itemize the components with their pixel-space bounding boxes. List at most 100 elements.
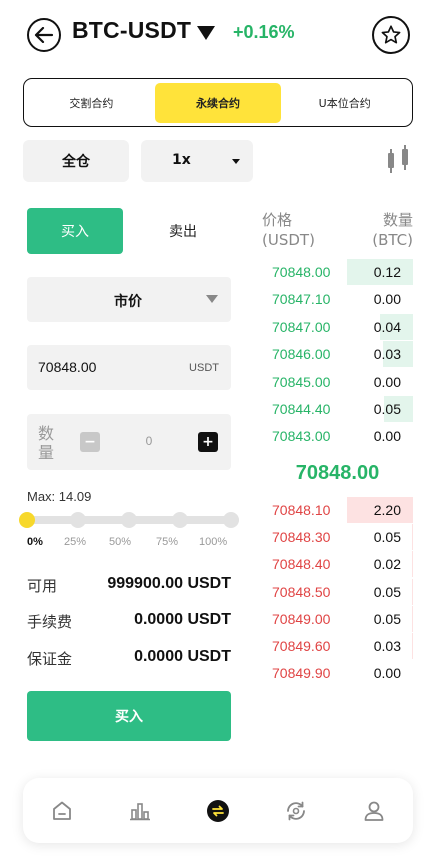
bid-qty: 0.00 [373, 428, 401, 445]
ask-row[interactable]: 70849.60 0.03 [262, 633, 413, 659]
nav-home[interactable] [42, 791, 82, 831]
slider-stop-100[interactable] [223, 512, 239, 528]
slider-stop-0[interactable] [19, 512, 35, 528]
bid-row[interactable]: 70843.00 0.00 [262, 423, 413, 449]
bid-qty: 0.12 [373, 264, 401, 280]
back-button[interactable] [27, 18, 61, 52]
qty-header-label: 数量 [382, 211, 413, 229]
bid-qty: 0.00 [373, 291, 401, 308]
ask-row[interactable]: 70849.00 0.05 [262, 605, 413, 632]
bid-qty: 0.03 [373, 346, 401, 363]
tab-delivery-contract[interactable]: 交割合约 [28, 83, 155, 123]
ask-price: 70849.90 [272, 665, 331, 682]
price-field[interactable]: 70848.00 USDT [27, 345, 231, 390]
pair-dropdown-caret-icon[interactable] [197, 26, 215, 40]
price-unit: USDT [189, 362, 219, 374]
pair-title[interactable]: BTC-USDT [72, 17, 191, 44]
nav-profile[interactable] [354, 791, 394, 831]
slider-label-0: 0% [27, 536, 43, 548]
kline-chart-button[interactable] [384, 144, 414, 176]
bid-price: 70847.10 [272, 291, 331, 308]
tab-perpetual-contract[interactable]: 永续合约 [154, 82, 282, 123]
nav-contract[interactable] [276, 791, 316, 831]
star-icon [381, 25, 401, 44]
ask-qty: 0.02 [373, 556, 401, 573]
ask-price: 70849.60 [272, 638, 331, 654]
margin-mode-button[interactable]: 全仓 [23, 140, 129, 182]
bid-row[interactable]: 70846.00 0.03 [262, 341, 413, 368]
max-quantity-text: Max: 14.09 [27, 489, 92, 504]
orderbook-qty-header: 数量 (BTC) [372, 210, 413, 250]
candlestick-chart-icon [388, 145, 408, 173]
ask-depth-bar [411, 524, 413, 551]
orderbook-price-header: 价格 (USDT) [262, 210, 315, 250]
bid-price: 70843.00 [272, 428, 331, 445]
nav-trade[interactable] [198, 791, 238, 831]
bid-price: 70848.00 [272, 264, 331, 280]
ask-row[interactable]: 70848.10 2.20 [262, 497, 413, 523]
last-price: 70848.00 [295, 462, 380, 484]
ask-depth-bar [411, 605, 413, 632]
ask-row[interactable]: 70848.50 0.05 [262, 578, 413, 605]
contract-type-tabs: 交割合约 永续合约 U本位合约 [23, 78, 413, 127]
ask-price: 70848.10 [272, 502, 331, 518]
bid-row[interactable]: 70848.00 0.12 [262, 259, 413, 285]
fee-row: 手续费 0.0000 USDT [27, 609, 231, 631]
ask-qty: 2.20 [373, 502, 401, 518]
chevron-down-icon [206, 295, 218, 303]
slider-stop-25[interactable] [70, 512, 86, 528]
quantity-label: 数量 [38, 424, 55, 462]
bid-row[interactable]: 70847.10 0.00 [262, 286, 413, 312]
buy-tab[interactable]: 买入 [27, 208, 123, 254]
order-type-value: 市价 [114, 294, 142, 310]
leverage-select[interactable]: 1x [141, 140, 253, 182]
contract-refresh-icon [287, 801, 305, 820]
slider-stop-50[interactable] [121, 512, 137, 528]
available-label: 可用 [27, 577, 58, 595]
quantity-stepper: 数量 − 0 + [27, 414, 231, 470]
fee-value: 0.0000 USDT [134, 611, 231, 628]
ask-price: 70848.40 [272, 556, 331, 573]
chevron-down-icon [232, 159, 240, 164]
quantity-percent-slider[interactable] [19, 510, 239, 530]
ask-row[interactable]: 70848.30 0.05 [262, 524, 413, 551]
ask-price: 70848.30 [272, 529, 331, 546]
slider-label-75: 75% [156, 536, 179, 548]
arrow-left-icon [34, 27, 54, 43]
ask-row[interactable]: 70848.40 0.02 [262, 551, 413, 578]
price-header-unit: (USDT) [262, 231, 315, 249]
slider-stop-75[interactable] [172, 512, 188, 528]
favorite-button[interactable] [372, 16, 410, 54]
margin-row: 保证金 0.0000 USDT [27, 646, 231, 668]
bid-row[interactable]: 70844.40 0.05 [262, 396, 413, 422]
tab-usdt-margined-contract[interactable]: U本位合约 [281, 83, 408, 123]
nav-market[interactable] [120, 791, 160, 831]
order-type-select[interactable]: 市价 [27, 277, 231, 322]
bid-row[interactable]: 70845.00 0.00 [262, 369, 413, 395]
price-change-percent: +0.16% [233, 22, 295, 42]
slider-label-25: 25% [64, 536, 87, 548]
ask-qty: 0.03 [373, 638, 401, 654]
bid-price: 70845.00 [272, 373, 331, 390]
bid-price: 70846.00 [272, 346, 331, 363]
market-chart-icon [130, 802, 150, 820]
sell-tab[interactable]: 卖出 [135, 208, 231, 254]
ask-row[interactable]: 70849.90 0.00 [262, 660, 413, 686]
minus-icon[interactable]: − [80, 432, 100, 452]
bottom-navigation [23, 778, 413, 843]
buy-submit-button[interactable]: 买入 [27, 691, 231, 741]
qty-header-unit: (BTC) [372, 231, 413, 249]
ask-depth-bar [411, 578, 413, 605]
bid-row[interactable]: 70847.00 0.04 [262, 313, 413, 340]
leverage-value: 1x [172, 152, 191, 168]
slider-label-50: 50% [109, 536, 132, 548]
ask-qty: 0.00 [373, 665, 401, 682]
home-icon [53, 801, 71, 820]
bid-qty: 0.00 [373, 373, 401, 390]
available-value: 999900.00 USDT [107, 575, 231, 592]
ask-qty: 0.05 [373, 583, 401, 600]
ask-depth-bar [412, 551, 413, 578]
quantity-input[interactable]: 0 [139, 434, 159, 448]
plus-icon[interactable]: + [198, 432, 218, 452]
ask-qty: 0.05 [373, 610, 401, 627]
